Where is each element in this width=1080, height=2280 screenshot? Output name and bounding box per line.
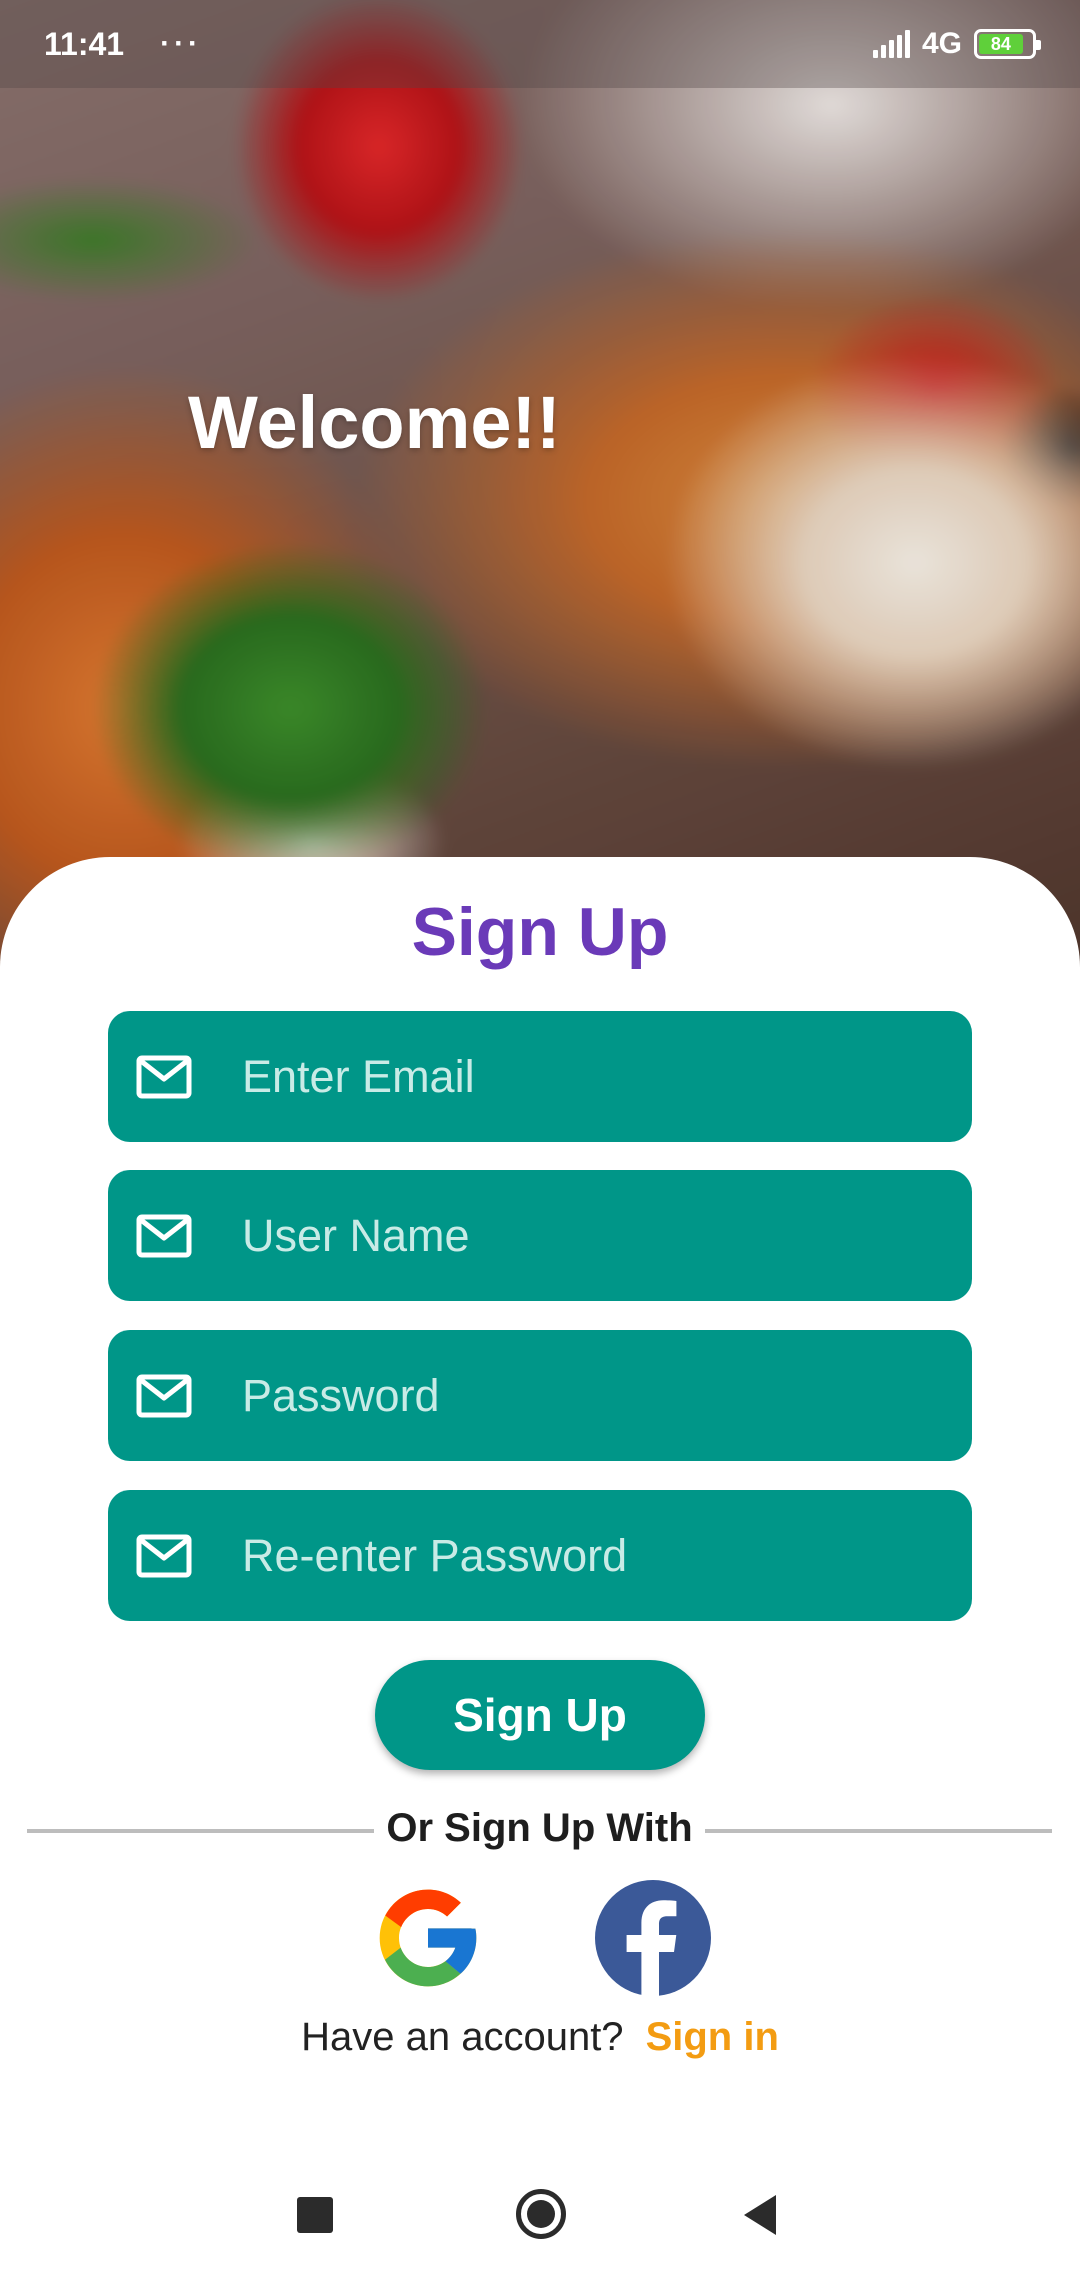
confirm-password-input[interactable] — [242, 1529, 972, 1582]
facebook-logo-icon — [595, 1880, 711, 1996]
email-field[interactable] — [108, 1011, 972, 1142]
mail-icon — [136, 1055, 192, 1099]
signup-title: Sign Up — [411, 894, 669, 970]
email-input[interactable] — [242, 1050, 972, 1103]
network-type: 4G — [921, 27, 962, 60]
back-button[interactable] — [744, 2195, 776, 2235]
divider-line-right — [705, 1829, 1052, 1833]
battery-icon: 84 — [974, 29, 1041, 59]
confirm-password-field[interactable] — [108, 1490, 972, 1621]
google-logo-icon — [379, 1889, 477, 1987]
battery-level: 84 — [990, 33, 1011, 54]
notification-dots-icon: ··· — [160, 27, 203, 60]
status-time: 11:41 — [44, 25, 125, 62]
recents-button[interactable] — [297, 2197, 333, 2233]
home-icon — [527, 2200, 555, 2228]
signin-link[interactable]: Sign in — [646, 2015, 779, 2059]
signup-button[interactable]: Sign Up — [375, 1660, 705, 1770]
social-divider-label: Or Sign Up With — [386, 1806, 693, 1850]
google-signin-button[interactable] — [370, 1880, 486, 1996]
divider-line-left — [27, 1829, 374, 1833]
username-field[interactable] — [108, 1170, 972, 1301]
mail-icon — [136, 1374, 192, 1418]
password-input[interactable] — [242, 1369, 972, 1422]
username-input[interactable] — [242, 1209, 972, 1262]
have-account-text: Have an account? — [301, 2015, 624, 2059]
password-field[interactable] — [108, 1330, 972, 1461]
welcome-heading: Welcome!! — [188, 381, 561, 464]
status-indicators: 4G 84 — [872, 27, 1041, 61]
signin-prompt: Have an account? Sign in — [0, 2015, 1080, 2060]
home-button[interactable] — [516, 2189, 566, 2239]
hero-overlay — [0, 0, 1080, 1000]
signal-icon — [872, 30, 910, 58]
signup-screen: 11:41 ··· 4G 84 Welcome!! Sign Up Enter … — [0, 0, 1080, 2280]
facebook-signin-button[interactable] — [595, 1880, 711, 1996]
mail-icon — [136, 1534, 192, 1578]
status-bar: 11:41 ··· 4G 84 — [0, 0, 1080, 88]
social-divider: Or Sign Up With — [0, 1800, 1080, 1860]
system-nav-bar — [0, 2165, 1080, 2280]
mail-icon — [136, 1214, 192, 1258]
